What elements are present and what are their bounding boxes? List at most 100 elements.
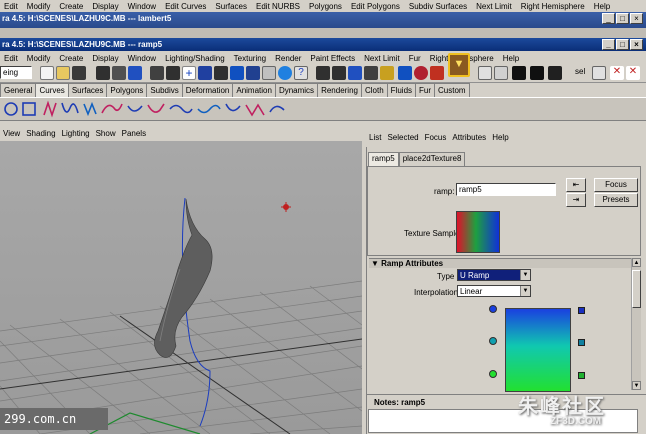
cv-curve-icon[interactable] — [43, 100, 57, 118]
question-icon[interactable]: ? — [294, 66, 308, 80]
new-scene-icon[interactable] — [40, 66, 54, 80]
menu-texturing[interactable]: Texturing — [230, 54, 271, 63]
menu-display[interactable]: Display — [88, 54, 123, 63]
shelf-tab-animation[interactable]: Animation — [232, 83, 276, 97]
open-close-icon[interactable] — [225, 103, 241, 112]
save-scene-icon[interactable] — [72, 66, 86, 80]
magnet-icon[interactable] — [414, 66, 428, 80]
back-menu-help[interactable]: Help — [590, 2, 615, 11]
clapper2-icon[interactable] — [530, 66, 544, 80]
scroll-thumb[interactable] — [632, 270, 641, 308]
shelf-tab-cloth[interactable]: Cloth — [360, 83, 388, 97]
snap-curve-icon[interactable] — [332, 66, 346, 80]
history-icon[interactable] — [398, 66, 412, 80]
mask-curve-icon[interactable] — [198, 66, 212, 80]
menu-edit[interactable]: Edit — [0, 54, 23, 63]
attr-menu-focus[interactable]: Focus — [422, 133, 450, 145]
ramp-handle-green[interactable] — [489, 370, 497, 378]
section-collapse-icon[interactable]: ▼ — [371, 259, 379, 268]
ipr-render-icon[interactable] — [494, 66, 508, 80]
shelf-tab-rendering[interactable]: Rendering — [317, 83, 362, 97]
ramp-handle-cyan[interactable] — [489, 337, 497, 345]
back-menu-edit-curves[interactable]: Edit Curves — [161, 2, 211, 11]
back-close-button[interactable]: × — [630, 13, 643, 24]
menu-render[interactable]: Render — [271, 54, 306, 63]
window-titlebar[interactable]: ra 4.5: H:\SCENES\LAZHU9C.MB --- ramp5 _… — [0, 38, 646, 51]
shelf-tab-dynamics[interactable]: Dynamics — [274, 83, 319, 97]
mask-joint-icon[interactable] — [166, 66, 180, 80]
chevron-down-icon[interactable]: ▼ — [448, 53, 470, 77]
clapper-icon[interactable] — [512, 66, 526, 80]
shelf-tab-subdivs[interactable]: Subdivs — [146, 83, 183, 97]
ramp-gradient[interactable] — [505, 308, 571, 392]
menu-window[interactable]: Window — [124, 54, 161, 63]
mask-icon[interactable] — [150, 66, 164, 80]
shelf-tab-deformation[interactable]: Deformation — [181, 83, 234, 97]
interpolation-dropdown[interactable]: Linear ▼ — [457, 285, 531, 297]
viewport-menu-show[interactable]: Show — [93, 129, 119, 141]
plus-icon[interactable]: + — [182, 66, 196, 80]
snap-grid-icon[interactable] — [316, 66, 330, 80]
tab-ramp5[interactable]: ramp5 — [368, 152, 399, 166]
viewport-menu-lighting[interactable]: Lighting — [59, 129, 93, 141]
ep-curve-icon[interactable] — [61, 102, 79, 114]
3d-viewport[interactable] — [0, 141, 362, 434]
pencil-curve-icon[interactable] — [83, 101, 97, 117]
shelf-tab-surfaces[interactable]: Surfaces — [67, 83, 108, 97]
scroll-up-icon[interactable]: ▲ — [632, 258, 641, 267]
input-connection-icon[interactable]: ⇤ — [566, 178, 586, 192]
square-icon[interactable] — [22, 102, 36, 116]
mask-surface-icon[interactable] — [214, 66, 228, 80]
maximize-button[interactable]: □ — [616, 39, 629, 50]
render-frame-icon[interactable] — [478, 66, 492, 80]
construction-icon[interactable] — [430, 66, 444, 80]
sel-field-icon[interactable] — [592, 66, 606, 80]
select-hierarchy-icon[interactable] — [96, 66, 110, 80]
attr-scrollbar[interactable]: ▲ ▼ — [631, 258, 641, 390]
circle-icon[interactable] — [4, 102, 18, 116]
shelf-tab-custom[interactable]: Custom — [434, 83, 470, 97]
back-minimize-button[interactable]: _ — [602, 13, 615, 24]
attach-curve-icon[interactable] — [147, 103, 165, 113]
align-curve-icon[interactable] — [197, 104, 221, 114]
output-connection-icon[interactable]: ⇥ — [566, 193, 586, 207]
ramp-name-field[interactable]: ramp5 — [456, 183, 556, 196]
attr-menu-selected[interactable]: Selected — [384, 133, 421, 145]
mode-select[interactable]: eing — [0, 66, 32, 79]
mask-misc-icon[interactable] — [278, 66, 292, 80]
viewport-menu-view[interactable]: View — [0, 129, 23, 141]
x-icon[interactable]: ✕ — [610, 66, 624, 80]
ramp-delete-blue[interactable] — [578, 307, 585, 314]
back-menu-window[interactable]: Window — [124, 2, 161, 11]
type-dropdown[interactable]: U Ramp ▼ — [457, 269, 531, 281]
back-menu-edit-polygons[interactable]: Edit Polygons — [347, 2, 405, 11]
back-menu-edit-nurbs[interactable]: Edit NURBS — [252, 2, 305, 11]
menu-lighting-shading[interactable]: Lighting/Shading — [161, 54, 230, 63]
attr-menu-help[interactable]: Help — [489, 133, 511, 145]
back-maximize-button[interactable]: □ — [616, 13, 629, 24]
menu-fur[interactable]: Fur — [405, 54, 426, 63]
arc-icon[interactable] — [101, 103, 123, 114]
back-menu-subdiv[interactable]: Subdiv Surfaces — [405, 2, 472, 11]
select-object-icon[interactable] — [112, 66, 126, 80]
menu-help[interactable]: Help — [499, 54, 524, 63]
viewport-menu-shading[interactable]: Shading — [23, 129, 58, 141]
back-window-titlebar[interactable]: ra 4.5: H:\SCENES\LAZHU9C.MB --- lambert… — [0, 12, 646, 28]
minimize-button[interactable]: _ — [602, 39, 615, 50]
shelf-tab-general[interactable]: General — [0, 83, 37, 97]
back-menu-create[interactable]: Create — [55, 2, 88, 11]
tab-place2dtexture8[interactable]: place2dTexture8 — [398, 152, 466, 166]
fillet-icon[interactable] — [269, 105, 285, 113]
shelf-tab-polygons[interactable]: Polygons — [106, 83, 148, 97]
menu-modify[interactable]: Modify — [23, 54, 56, 63]
attr-menu-list[interactable]: List — [366, 133, 384, 145]
detach-curve-icon[interactable] — [169, 104, 193, 114]
back-menu-polygons[interactable]: Polygons — [305, 2, 347, 11]
snap-point-icon[interactable] — [348, 66, 362, 80]
menu-next-limit[interactable]: Next Limit — [360, 54, 405, 63]
mask-dynamic-icon[interactable] — [246, 66, 260, 80]
back-menu-surfaces[interactable]: Surfaces — [211, 2, 252, 11]
viewport-menu-panels[interactable]: Panels — [119, 129, 149, 141]
shelf-tab-fur[interactable]: Fur — [415, 83, 436, 97]
open-scene-icon[interactable] — [56, 66, 70, 80]
